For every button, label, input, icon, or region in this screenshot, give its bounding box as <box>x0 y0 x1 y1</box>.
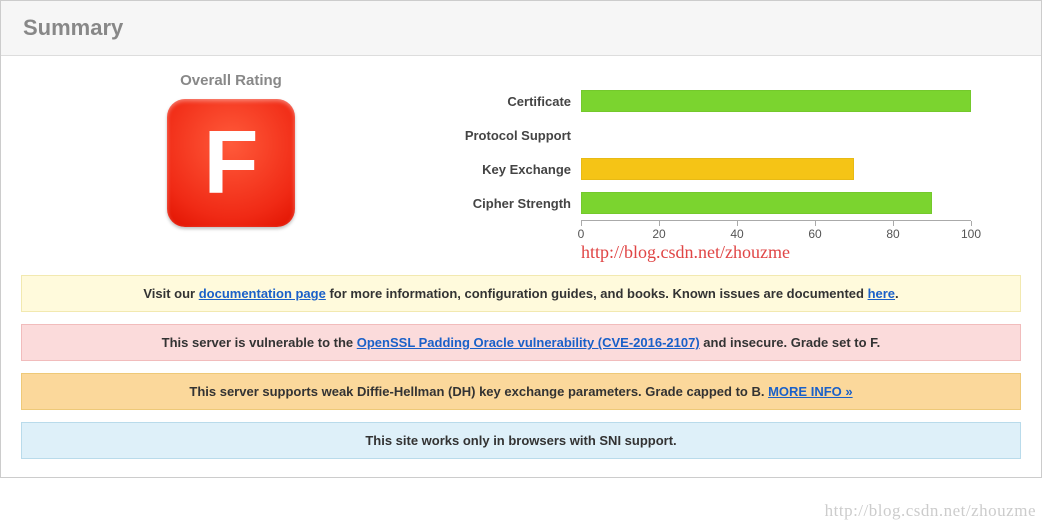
watermark-inline: http://blog.csdn.net/zhouzme <box>581 242 1021 263</box>
axis-tick <box>971 221 972 226</box>
chart-track <box>581 192 971 214</box>
axis-tick-label: 80 <box>886 227 899 241</box>
chart-row: Key Exchange <box>441 152 1021 186</box>
notice-link[interactable]: here <box>868 286 895 301</box>
axis-tick <box>893 221 894 226</box>
axis-tick <box>737 221 738 226</box>
notice-text: for more information, configuration guid… <box>326 286 868 301</box>
notice-text: This server supports weak Diffie-Hellman… <box>189 384 768 399</box>
chart-bar <box>581 158 854 180</box>
notice-link[interactable]: documentation page <box>199 286 326 301</box>
notice-link[interactable]: OpenSSL Padding Oracle vulnerability (CV… <box>357 335 700 350</box>
chart-category-label: Cipher Strength <box>441 196 581 211</box>
axis-tick-label: 100 <box>961 227 981 241</box>
chart-axis: 0 20 40 60 80 100 <box>441 220 1021 244</box>
notice-banner: This server supports weak Diffie-Hellman… <box>21 373 1021 410</box>
watermark-corner: http://blog.csdn.net/zhouzme <box>825 501 1036 521</box>
axis-tick <box>815 221 816 226</box>
notice-text: Visit our <box>143 286 198 301</box>
chart-category-label: Certificate <box>441 94 581 109</box>
notice-banner: This site works only in browsers with SN… <box>21 422 1021 459</box>
score-chart: Certificate Protocol Support Key Exchange C… <box>441 70 1021 263</box>
axis-tick-label: 40 <box>730 227 743 241</box>
axis-tick <box>659 221 660 226</box>
notice-banner: This server is vulnerable to the OpenSSL… <box>21 324 1021 361</box>
overall-rating-block: Overall Rating F <box>21 70 441 227</box>
notice-banner: Visit our documentation page for more in… <box>21 275 1021 312</box>
panel-title: Summary <box>23 15 1019 41</box>
notice-text: This server is vulnerable to the <box>162 335 357 350</box>
chart-row: Cipher Strength <box>441 186 1021 220</box>
chart-track <box>581 124 971 146</box>
axis-tick-label: 0 <box>578 227 585 241</box>
overall-rating-label: Overall Rating <box>21 72 441 89</box>
notice-text: and insecure. Grade set to F. <box>700 335 881 350</box>
grade-badge: F <box>167 99 295 227</box>
notice-text: This site works only in browsers with SN… <box>365 433 676 448</box>
axis-tick-label: 20 <box>652 227 665 241</box>
chart-row: Certificate <box>441 84 1021 118</box>
notice-link[interactable]: MORE INFO » <box>768 384 853 399</box>
chart-category-label: Protocol Support <box>441 128 581 143</box>
axis-tick-label: 60 <box>808 227 821 241</box>
chart-track <box>581 90 971 112</box>
chart-row: Protocol Support <box>441 118 1021 152</box>
chart-bar <box>581 90 971 112</box>
axis-tick <box>581 221 582 226</box>
panel-body: Overall Rating F Certificate Protocol Sup… <box>1 56 1041 477</box>
chart-category-label: Key Exchange <box>441 162 581 177</box>
chart-track <box>581 158 971 180</box>
chart-bar <box>581 192 932 214</box>
summary-panel: Summary Overall Rating F Certificate Prot… <box>0 0 1042 478</box>
panel-header: Summary <box>1 1 1041 56</box>
notice-text: . <box>895 286 899 301</box>
grade-letter: F <box>204 118 259 208</box>
